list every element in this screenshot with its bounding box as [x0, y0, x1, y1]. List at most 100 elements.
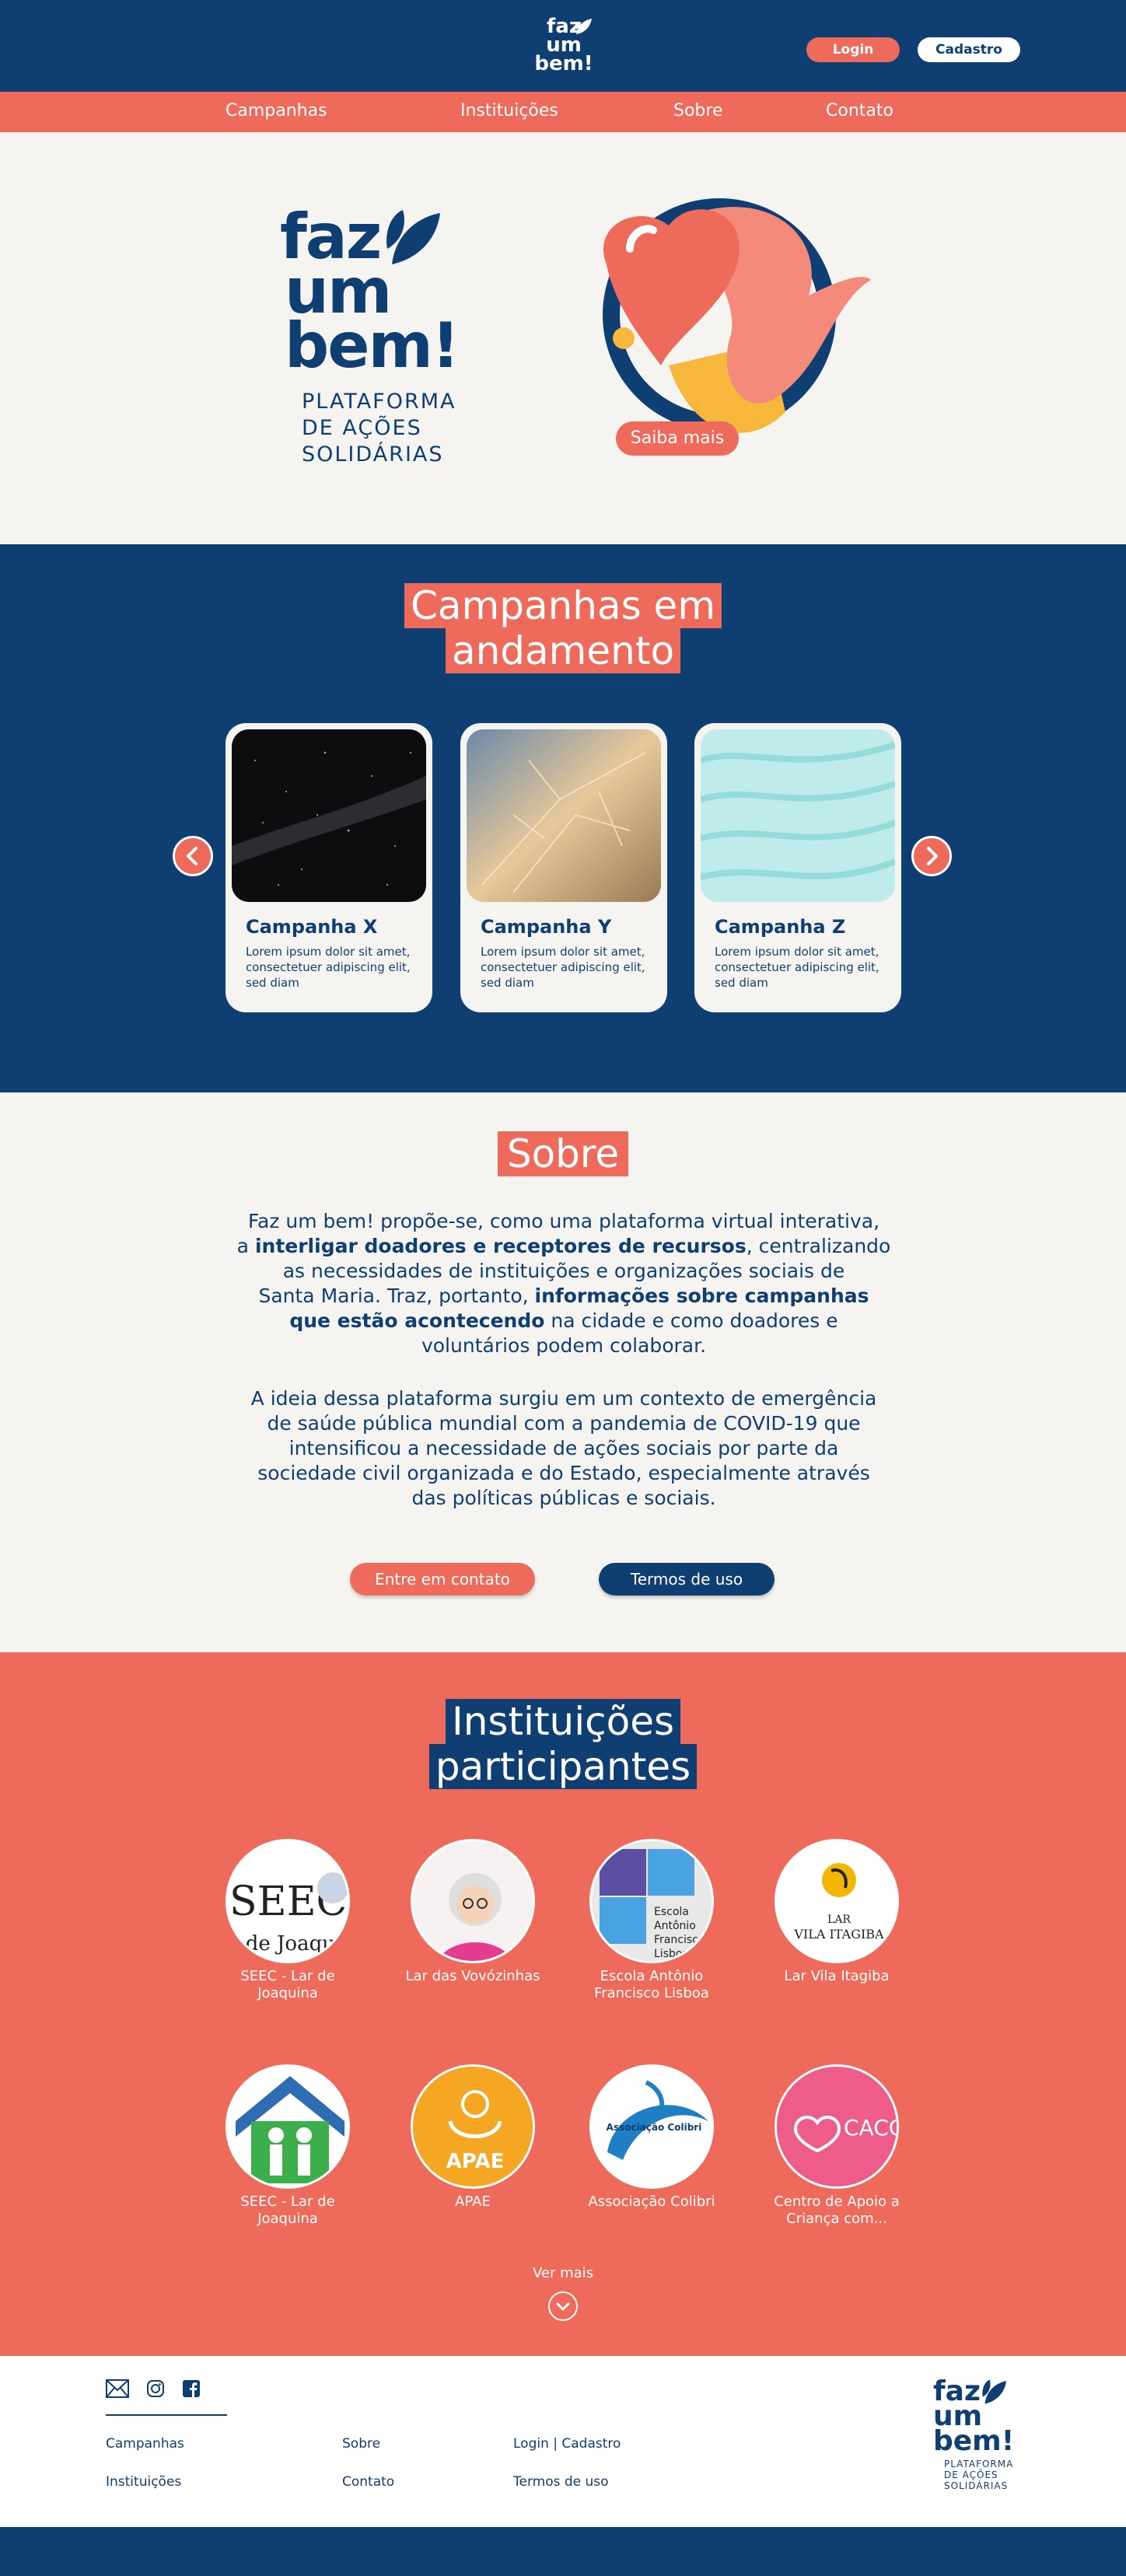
footer-link-contato[interactable]: Contato [342, 2474, 394, 2490]
institution-logo: CACC [775, 2064, 899, 2189]
institution-item[interactable]: APAE APAE [395, 2064, 551, 2211]
campaign-card[interactable]: Campanha Y Lorem ipsum dolor sit amet, c… [460, 723, 667, 1012]
footer-tagline-line: SOLIDÁRIAS [944, 2480, 1009, 2491]
campaign-description: Lorem ipsum dolor sit amet, consectetuer… [481, 945, 645, 990]
institution-item[interactable]: SEEC r de Joaqui SEEC - Lar de Joaquina [210, 1839, 365, 2002]
institution-item[interactable]: Escola Antônio Francisco Lisboa Escola A… [574, 1839, 729, 2002]
campaigns-title: Campanhas em andamento [0, 583, 1126, 673]
nav-item-sobre[interactable]: Sobre [673, 101, 723, 121]
carousel-next-button[interactable] [911, 836, 952, 876]
institution-name: APAE [455, 2193, 491, 2210]
campaign-image [701, 729, 895, 902]
campaigns-title-line: Campanhas em [404, 583, 722, 628]
about-highlight: informações sobre campanhas [534, 1285, 869, 1307]
main-nav: Campanhas Instituições Sobre Contato [0, 92, 1126, 132]
institution-name: Lar Vila Itagiba [784, 1968, 890, 1984]
institution-item[interactable]: SEEC - Lar de Joaquina [210, 2064, 365, 2228]
svg-text:Lisboa: Lisboa [654, 1948, 689, 1960]
terms-button[interactable]: Termos de uso [599, 1563, 775, 1596]
instagram-icon[interactable] [146, 2379, 165, 2398]
hero-tagline-line: DE AÇÕES [302, 416, 422, 440]
campaign-card[interactable]: Campanha Z Lorem ipsum dolor sit amet, c… [694, 723, 901, 1012]
hero-tagline: PLATAFORMA DE AÇÕES SOLIDÁRIAS [302, 389, 482, 468]
institution-name: SEEC - Lar de Joaquina [240, 1968, 335, 2001]
footer-divider [106, 2414, 227, 2416]
about-text: Faz um bem! propõe-se, como uma platafor… [247, 1210, 880, 1232]
institution-item[interactable]: Associação Colibri Associação Colibri [574, 2064, 729, 2211]
institution-logo: APAE [411, 2064, 535, 2189]
about-text: a [236, 1235, 255, 1257]
carousel-prev-button[interactable] [173, 836, 213, 876]
about-text: voluntários podem colaborar. [421, 1334, 707, 1357]
about-highlight: que estão acontecendo [289, 1309, 545, 1332]
campaign-image [232, 729, 426, 902]
hero-logo: faz um bem! PLATAFORMA DE AÇÕES SOLIDÁRI… [280, 206, 482, 468]
chevron-down-icon [556, 2302, 570, 2311]
about-paragraph-1: Faz um bem! propõe-se, como uma platafor… [226, 1209, 902, 1358]
footer-link-termos[interactable]: Termos de uso [513, 2474, 609, 2490]
campaign-title: Campanha X [246, 916, 378, 938]
nav-item-contato[interactable]: Contato [826, 101, 893, 121]
about-text: Santa Maria. Traz, portanto, [258, 1285, 535, 1307]
footer-logo-word: bem! [933, 2425, 1015, 2457]
nav-item-campanhas[interactable]: Campanhas [226, 101, 327, 121]
campaign-title: Campanha Y [481, 916, 612, 938]
institution-logo: Associação Colibri [589, 2064, 714, 2189]
header-logo[interactable]: faz um bem! [533, 16, 595, 79]
cadastro-button[interactable]: Cadastro [918, 37, 1020, 62]
see-more-button[interactable] [548, 2291, 578, 2321]
footer-link-sobre[interactable]: Sobre [342, 2436, 380, 2452]
institution-name: SEEC - Lar de Joaquina [240, 2193, 335, 2227]
footer-tagline-line: DE AÇÕES [944, 2469, 998, 2480]
campaigns-section: Campanhas em andamento Campanha X Lorem … [0, 544, 1126, 1092]
institution-item[interactable]: Lar das Vovózinhas [395, 1839, 551, 1985]
svg-text:Antônio: Antônio [654, 1920, 696, 1932]
logo-word: bem! [534, 52, 593, 75]
facebook-icon[interactable] [182, 2379, 201, 2398]
footer-link-instituicoes[interactable]: Instituições [106, 2474, 181, 2490]
hero-section: faz um bem! PLATAFORMA DE AÇÕES SOLIDÁRI… [0, 132, 1126, 544]
institutions-section: Instituições participantes SEEC r de Joa… [0, 1652, 1126, 2356]
campaign-title: Campanha Z [715, 916, 846, 938]
top-header: faz um bem! Login Cadastro [0, 0, 1126, 92]
institution-item[interactable]: LAR VILA ITAGIBA Lar Vila Itagiba [759, 1839, 914, 1985]
svg-text:LAR: LAR [827, 1914, 851, 1926]
colibri-logo: Associação Colibri [592, 2067, 712, 2186]
nav-item-instituicoes[interactable]: Instituições [460, 101, 558, 121]
puzzle-logo: Escola Antônio Francisco Lisboa [592, 1841, 712, 1961]
about-title: Sobre [0, 1131, 1126, 1176]
leaf-icon [386, 210, 440, 264]
see-more-label[interactable]: Ver mais [485, 2265, 641, 2281]
seec-house-logo [228, 2067, 348, 2186]
institution-logo [411, 1839, 535, 1963]
institution-name: Centro de Apoio a Criança com... [774, 2193, 900, 2227]
footer-link-login-cadastro[interactable]: Login | Cadastro [513, 2436, 621, 2452]
about-text: , centralizando [746, 1235, 891, 1257]
waves-image [701, 729, 895, 902]
bottom-bar [0, 2527, 1126, 2576]
mail-icon[interactable] [106, 2379, 129, 2398]
saiba-mais-button[interactable]: Saiba mais [616, 421, 739, 456]
svg-text:r de Joaqui: r de Joaqui [229, 1932, 341, 1956]
login-button[interactable]: Login [806, 37, 900, 62]
institution-name: Escola Antônio Francisco Lisboa [594, 1968, 709, 2001]
svg-text:Escola: Escola [654, 1906, 689, 1918]
contact-button[interactable]: Entre em contato [350, 1563, 535, 1596]
about-highlight: interligar doadores e receptores de recu… [254, 1235, 747, 1257]
galaxy-image [232, 729, 426, 902]
about-text: de saúde pública mundial com a pandemia … [267, 1412, 861, 1435]
footer-link-campanhas[interactable]: Campanhas [106, 2436, 184, 2452]
footer-tagline-line: PLATAFORMA [944, 2459, 1014, 2469]
campaign-card[interactable]: Campanha X Lorem ipsum dolor sit amet, c… [226, 723, 432, 1012]
institution-logo: Escola Antônio Francisco Lisboa [589, 1839, 714, 1963]
about-section: Sobre Faz um bem! propõe-se, como uma pl… [0, 1092, 1126, 1652]
cacc-logo: CACC [777, 2067, 897, 2186]
institution-name: Associação Colibri [588, 2193, 715, 2210]
campaigns-title-line: andamento [445, 628, 681, 673]
institutions-title-line: participantes [428, 1744, 698, 1789]
about-text: na cidade e como doadores e [544, 1309, 838, 1332]
leaf-icon [575, 19, 592, 34]
hero-tagline-line: SOLIDÁRIAS [302, 442, 444, 467]
institution-logo: SEEC r de Joaqui [226, 1839, 350, 1963]
institution-item[interactable]: CACC Centro de Apoio a Criança com... [759, 2064, 914, 2228]
